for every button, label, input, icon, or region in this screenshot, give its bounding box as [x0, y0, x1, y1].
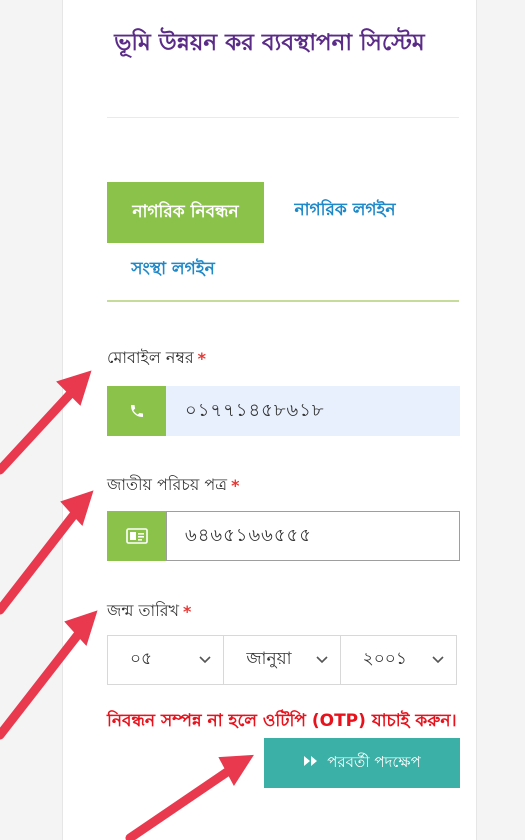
month-select[interactable]: জানুয়া [224, 636, 341, 684]
nid-input[interactable]: ৬৪৬৫১৬৬৫৫৫ [166, 511, 460, 561]
chevron-down-icon [199, 652, 211, 668]
next-step-button[interactable]: পরবর্তী পদক্ষেপ [264, 738, 460, 788]
year-select[interactable]: ২০০১ [341, 636, 456, 684]
dob-label-text: জন্ম তারিখ [107, 601, 180, 620]
chevron-down-icon [432, 652, 444, 668]
mobile-label: মোবাইল নম্বর * [107, 345, 206, 372]
phone-icon [107, 386, 166, 436]
month-value: জানুয়া [246, 649, 292, 669]
dob-label: জন্ম তারিখ * [107, 598, 191, 625]
tabs-divider [107, 300, 459, 302]
day-value: ০৫ [130, 649, 153, 669]
dob-selects: ০৫ জানুয়া ২০০১ [107, 635, 457, 685]
fast-forward-icon [303, 755, 319, 771]
otp-warning-text: নিবন্ধন সম্পন্ন না হলে ওটিপি (OTP) যাচাই… [107, 711, 457, 731]
mobile-label-text: মোবাইল নম্বর [107, 348, 194, 367]
tab-citizen-login[interactable]: নাগরিক লগইন [280, 196, 410, 226]
year-value: ২০০১ [362, 649, 407, 669]
required-mark: * [197, 349, 207, 368]
day-select[interactable]: ০৫ [108, 636, 225, 684]
nid-label-text: জাতীয় পরিচয় পত্র [107, 475, 228, 494]
required-mark: * [183, 602, 192, 621]
id-card-icon [107, 511, 166, 561]
nid-label: জাতীয় পরিচয় পত্র * [107, 472, 239, 499]
nid-input-group: ৬৪৬৫১৬৬৫৫৫ [107, 511, 460, 561]
tab-org-login[interactable]: সংস্থা লগইন [118, 255, 228, 285]
tab-citizen-register[interactable]: নাগরিক নিবন্ধন [107, 182, 264, 243]
mobile-input[interactable]: ০১৭৭১৪৫৮৬১৮ [166, 386, 460, 436]
divider [107, 117, 459, 118]
chevron-down-icon [316, 652, 328, 668]
next-step-label: পরবর্তী পদক্ষেপ [327, 752, 421, 771]
required-mark: * [231, 476, 240, 495]
mobile-input-group: ০১৭৭১৪৫৮৬১৮ [107, 386, 460, 436]
page-title: ভূমি উন্নয়ন কর ব্যবস্থাপনা সিস্টেম [114, 30, 425, 56]
